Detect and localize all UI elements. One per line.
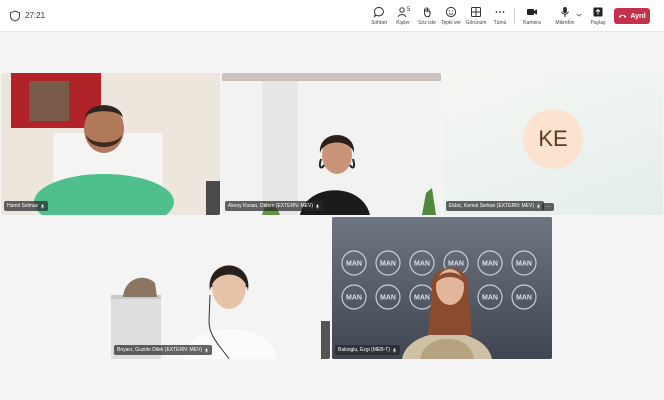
man-logo-text: MAN	[380, 261, 396, 268]
video-feed	[1, 73, 220, 215]
participant-tile-ezgi[interactable]: MANMANMANMANMANMANMANMANMANMANMANMAN Bak…	[332, 217, 552, 359]
participant-name: Hamit Solmaz	[7, 203, 39, 209]
leave-button[interactable]: Ayrıl	[614, 8, 650, 24]
participant-tile-kemal[interactable]: KE Ekbic, Kemal Serkan (EXTERN: MEV) ···	[443, 73, 663, 215]
smiley-icon	[445, 6, 457, 18]
shield-icon[interactable]	[9, 10, 21, 22]
more-label: Tümü	[493, 20, 507, 26]
participant-more-button[interactable]: ···	[542, 203, 554, 211]
phone-hangup-icon	[619, 14, 627, 18]
participant-tile-guzide[interactable]: Boyacı, Guzide Dilek (EXTERN: MEV)	[111, 217, 330, 359]
camera-label: Kamera	[523, 20, 541, 26]
avatar: KE	[523, 109, 583, 169]
man-logo-text: MAN	[448, 261, 464, 268]
participant-tile-didem[interactable]: Aksoy Kosan, Didem (EXTERN: MEV)	[222, 73, 441, 215]
meeting-toolbar: 27:21 Sohbet 5 Kişiler Söz iste Tepki ve…	[0, 0, 664, 32]
microphone-icon	[561, 7, 569, 17]
video-feed	[111, 217, 330, 359]
share-label: Paylaş	[590, 20, 606, 26]
camera-button[interactable]: Kamera	[517, 4, 547, 30]
man-logo-text: MAN	[516, 295, 532, 302]
man-logo-text: MAN	[414, 261, 430, 268]
man-logo-text: MAN	[346, 295, 362, 302]
microphone-icon	[536, 203, 541, 209]
microphone-icon	[204, 347, 209, 353]
chat-icon	[373, 6, 384, 18]
more-dots-icon	[495, 11, 505, 13]
hand-icon	[424, 7, 431, 18]
participant-name-tag: Hamit Solmaz	[4, 201, 49, 211]
man-logo-text: MAN	[482, 295, 498, 302]
more-dots-icon: ···	[545, 204, 551, 210]
video-feed: MANMANMANMANMANMANMANMANMANMANMANMAN	[332, 217, 552, 359]
toolbar-divider	[514, 8, 515, 24]
meeting-timer: 27:21	[25, 11, 46, 20]
leave-label: Ayrıl	[630, 12, 646, 20]
mic-options-chevron-icon[interactable]	[576, 12, 582, 18]
man-logo-text: MAN	[346, 261, 362, 268]
share-button[interactable]: Paylaş	[583, 4, 613, 30]
participant-tile-hamit[interactable]: Hamit Solmaz	[1, 73, 220, 215]
participant-name: Aksoy Kosan, Didem (EXTERN: MEV)	[228, 203, 314, 209]
participant-name: Boyacı, Guzide Dilek (EXTERN: MEV)	[117, 347, 203, 353]
more-button[interactable]: Tümü	[485, 4, 515, 30]
man-logo-text: MAN	[482, 261, 498, 268]
participant-name: Bakioglu, Ezgi (MEB-T)	[338, 347, 390, 353]
video-feed	[222, 73, 441, 215]
participant-name-tag: Aksoy Kosan, Didem (EXTERN: MEV)	[225, 201, 324, 211]
mic-label: Mikrofon	[555, 20, 575, 26]
participant-name-tag: Boyacı, Guzide Dilek (EXTERN: MEV)	[114, 345, 213, 355]
share-icon	[593, 7, 603, 17]
people-count: 5	[407, 7, 411, 13]
participant-name-tag: Bakioglu, Ezgi (MEB-T)	[335, 345, 400, 355]
man-logo-text: MAN	[380, 295, 396, 302]
camera-icon	[527, 9, 537, 15]
participant-name-tag: Ekbic, Kemal Serkan (EXTERN: MEV)	[446, 201, 545, 211]
grid-icon	[471, 7, 481, 17]
microphone-icon	[41, 203, 45, 209]
man-logo-text: MAN	[414, 295, 430, 302]
microphone-icon	[392, 347, 397, 353]
man-logo-text: MAN	[516, 261, 532, 268]
participant-name: Ekbic, Kemal Serkan (EXTERN: MEV)	[449, 203, 535, 209]
microphone-icon	[315, 203, 320, 209]
